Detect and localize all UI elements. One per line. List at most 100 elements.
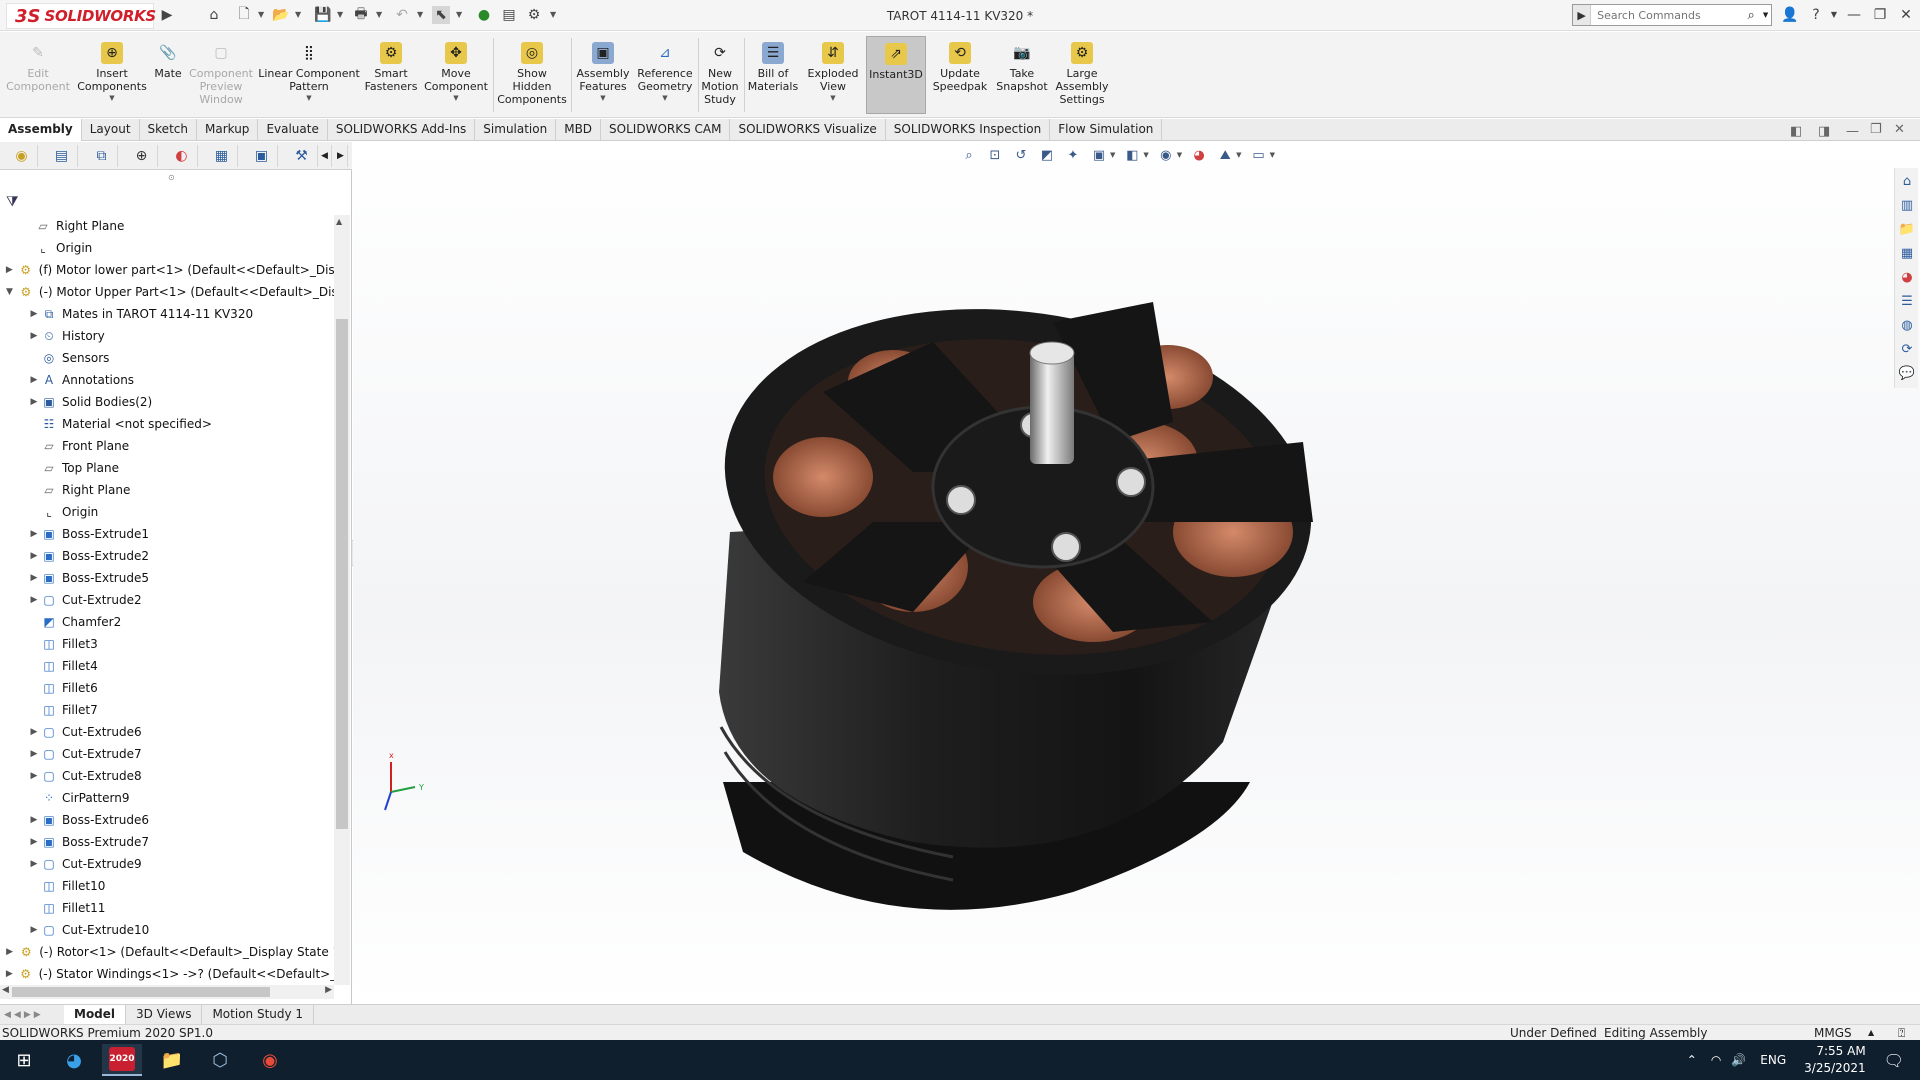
tree-item[interactable]: ◩ Chamfer2 — [0, 611, 334, 633]
tree-item[interactable]: ▶ ▣ Boss-Extrude1 — [0, 523, 334, 545]
expand-arrow-icon[interactable]: ▶ — [28, 727, 40, 737]
tree-item[interactable]: ▶ ⚙ (-) Rotor<1> (Default<<Default>_Displa… — [0, 941, 334, 963]
tab-assembly[interactable]: Assembly — [0, 119, 82, 141]
exploded-view-dropdown-icon[interactable]: ▼ — [830, 94, 835, 102]
scroll-right-icon[interactable]: ▶ — [325, 985, 332, 995]
dimxpert-tab-icon[interactable]: ⊕ — [126, 145, 158, 167]
cam-tool-tab-icon[interactable]: ⚒ — [286, 145, 318, 167]
section-view-icon[interactable]: ◩ — [1038, 146, 1056, 164]
show-hidden-button[interactable]: ◎ Show Hidden Components — [496, 36, 568, 114]
tabs-left-arrow-icon[interactable]: ◀ — [318, 145, 332, 167]
tree-item[interactable]: ⁘ CirPattern9 — [0, 787, 334, 809]
smart-fasteners-button[interactable]: ⚙ Smart Fasteners — [362, 36, 420, 114]
user-icon[interactable]: 👤 — [1778, 4, 1802, 26]
solidworks-logo[interactable]: 3S SOLIDWORKS — [6, 3, 156, 29]
doc-restore-icon[interactable]: ❐ — [1870, 122, 1882, 137]
custom-properties-icon[interactable]: ☰ — [1896, 290, 1918, 312]
home-icon[interactable]: ⌂ — [205, 6, 223, 24]
tree-item[interactable]: ◎ Sensors — [0, 347, 334, 369]
move-component-dropdown-icon[interactable]: ▼ — [453, 94, 458, 102]
expand-arrow-icon[interactable]: ▶ — [28, 375, 40, 385]
expand-arrow-icon[interactable]: ▶ — [28, 837, 40, 847]
solidworks-taskbar-icon[interactable]: 2020 — [102, 1044, 142, 1076]
3d-viewer-icon[interactable]: ⬡ — [200, 1044, 240, 1076]
linear-pattern-dropdown-icon[interactable]: ▼ — [306, 94, 311, 102]
display-style-icon[interactable]: ◧ — [1123, 146, 1141, 164]
tree-item[interactable]: ▶ ⏲ History — [0, 325, 334, 347]
unit-system-dropdown-icon[interactable]: ▲ — [1868, 1025, 1874, 1041]
expand-arrow-icon[interactable]: ▶ — [4, 969, 15, 979]
quick-tips-icon[interactable]: ⍰ — [1898, 1025, 1905, 1041]
expand-arrow-icon[interactable]: ▶ — [4, 947, 15, 957]
take-snapshot-button[interactable]: 📷 Take Snapshot — [992, 36, 1052, 114]
tree-horizontal-scrollbar[interactable]: ◀ ▶ — [0, 985, 334, 999]
assembly-features-button[interactable]: ▣ Assembly Features ▼ — [574, 36, 632, 114]
property-manager-tab-icon[interactable]: ▤ — [46, 145, 78, 167]
appearances-icon[interactable]: ◕ — [1896, 266, 1918, 288]
tree-item[interactable]: ▶ ▣ Boss-Extrude7 — [0, 831, 334, 853]
tree-item[interactable]: ▶ ▢ Cut-Extrude10 — [0, 919, 334, 941]
save-dropdown-icon[interactable]: ▼ — [337, 10, 343, 19]
tab-inspection[interactable]: SOLIDWORKS Inspection — [886, 119, 1051, 141]
dynamic-annotation-icon[interactable]: ✦ — [1064, 146, 1082, 164]
tree-item[interactable]: ☷ Material <not specified> — [0, 413, 334, 435]
tree-item[interactable]: ▼ ⚙ (-) Motor Upper Part<1> (Default<<Defa… — [0, 281, 334, 303]
language-indicator[interactable]: ENG — [1760, 1053, 1786, 1067]
tile-right-icon[interactable]: ◨ — [1818, 124, 1830, 139]
edge-browser-icon[interactable]: ◕ — [54, 1044, 94, 1076]
expand-arrow-icon[interactable]: ▶ — [4, 265, 15, 275]
tab-flow-simulation[interactable]: Flow Simulation — [1050, 119, 1163, 141]
reference-geometry-button[interactable]: ⊿ Reference Geometry ▼ — [634, 36, 696, 114]
expand-arrow-icon[interactable]: ▶ — [28, 397, 40, 407]
scroll-left-icon[interactable]: ◀ — [2, 985, 9, 995]
edit-appearance-icon[interactable]: ◕ — [1190, 146, 1208, 164]
tree-item[interactable]: ◫ Fillet4 — [0, 655, 334, 677]
tree-item[interactable]: ▶ ▢ Cut-Extrude6 — [0, 721, 334, 743]
open-dropdown-icon[interactable]: ▼ — [295, 10, 301, 19]
tree-item[interactable]: ▶ ▣ Solid Bodies(2) — [0, 391, 334, 413]
display-manager-tab-icon[interactable]: ◐ — [166, 145, 198, 167]
tree-item[interactable]: ◫ Fillet3 — [0, 633, 334, 655]
tab-3d-views[interactable]: 3D Views — [126, 1004, 203, 1025]
edit-component-button[interactable]: ✎ Edit Component — [4, 36, 72, 114]
expand-arrow-icon[interactable]: ▶ — [28, 551, 40, 561]
tree-item[interactable]: ▶ ▣ Boss-Extrude6 — [0, 809, 334, 831]
tree-item[interactable]: ▶ ▢ Cut-Extrude2 — [0, 589, 334, 611]
tree-vertical-scrollbar[interactable]: ▲ — [334, 215, 350, 985]
mate-button[interactable]: 📎 Mate — [150, 36, 186, 114]
notifications-icon[interactable]: 🗨 — [1884, 1051, 1904, 1070]
tab-motion-study-1[interactable]: Motion Study 1 — [202, 1004, 315, 1025]
search-commands[interactable]: ▶ ⌕ ▼ — [1572, 4, 1772, 26]
tree-item[interactable]: ◫ Fillet7 — [0, 699, 334, 721]
instant3d-button[interactable]: ⇗ Instant3D — [866, 36, 926, 114]
design-library-icon[interactable]: ▥ — [1896, 194, 1918, 216]
tree-scroll-thumb[interactable] — [336, 319, 348, 829]
update-speedpak-button[interactable]: ⟲ Update Speedpak — [930, 36, 990, 114]
windows-start-icon[interactable]: ⊞ — [4, 1044, 44, 1076]
search-dropdown-icon[interactable]: ▼ — [1760, 11, 1771, 19]
undo-icon[interactable]: ↶ — [393, 6, 411, 24]
community-icon[interactable]: 💬 — [1896, 362, 1918, 384]
tile-left-icon[interactable]: ◧ — [1790, 124, 1802, 139]
configuration-manager-tab-icon[interactable]: ⧉ — [86, 145, 118, 167]
wifi-icon[interactable]: ◠ — [1711, 1053, 1721, 1067]
display-style-dropdown-icon[interactable]: ▼ — [1143, 151, 1148, 159]
collapse-arrow-icon[interactable]: ▼ — [4, 287, 15, 297]
tree-item[interactable]: ▶ ▣ Boss-Extrude5 — [0, 567, 334, 589]
tree-item[interactable]: ▱ Right Plane — [0, 479, 334, 501]
previous-view-icon[interactable]: ↺ — [1012, 146, 1030, 164]
solidworks-forum-icon[interactable]: ◍ — [1896, 314, 1918, 336]
file-explorer-taskbar-icon[interactable]: 📁 — [152, 1044, 192, 1076]
tree-item[interactable]: ▶ ▢ Cut-Extrude8 — [0, 765, 334, 787]
reference-geometry-dropdown-icon[interactable]: ▼ — [662, 94, 667, 102]
expand-arrow-icon[interactable]: ▶ — [28, 859, 40, 869]
new-dropdown-icon[interactable]: ▼ — [258, 10, 264, 19]
linear-pattern-button[interactable]: ⣿ Linear Component Pattern ▼ — [258, 36, 360, 114]
view-palette-icon[interactable]: ▦ — [1896, 242, 1918, 264]
tab-cam[interactable]: SOLIDWORKS CAM — [601, 119, 731, 141]
tree-item[interactable]: ▶ A Annotations — [0, 369, 334, 391]
chrome-icon[interactable]: ◉ — [250, 1044, 290, 1076]
cam-operation-tab-icon[interactable]: ▣ — [246, 145, 278, 167]
tree-hscroll-thumb[interactable] — [12, 987, 270, 997]
tab-layout[interactable]: Layout — [82, 119, 140, 141]
